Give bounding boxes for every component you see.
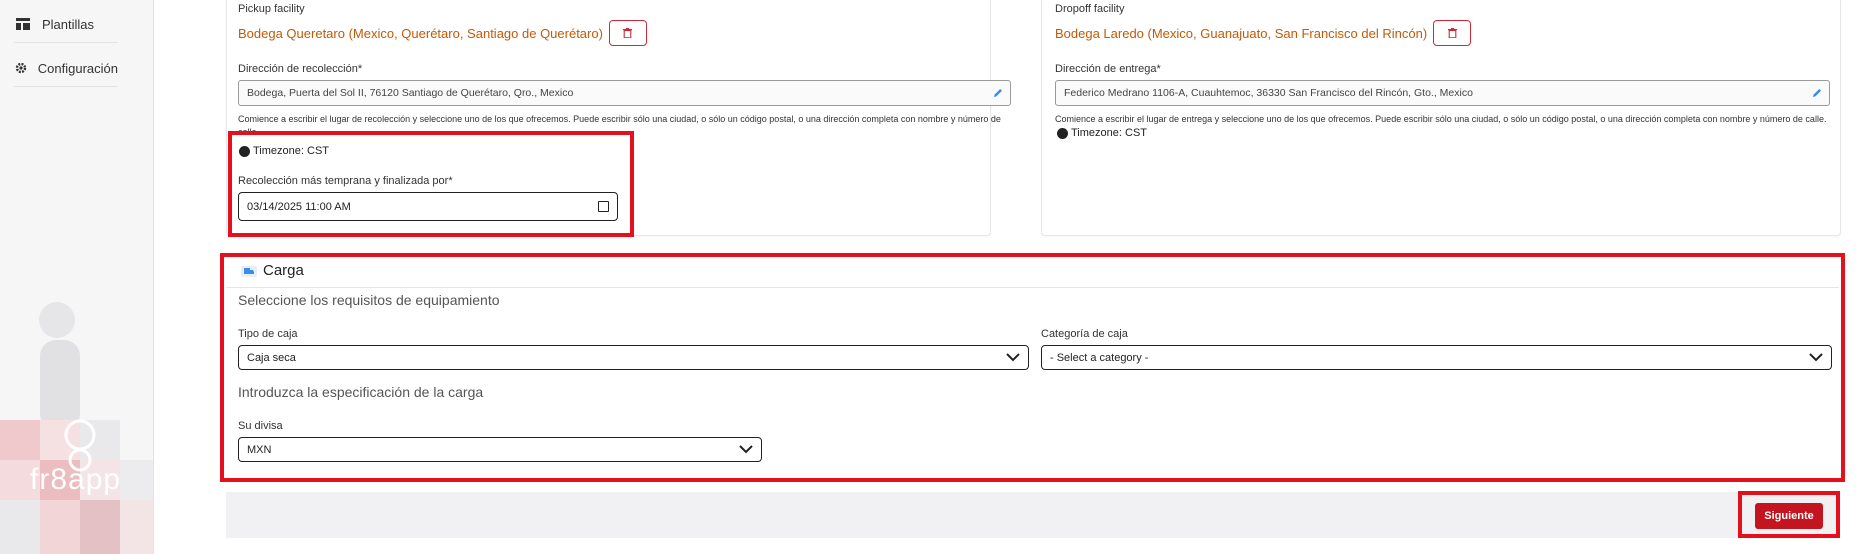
currency-select[interactable]: MXN — [238, 437, 762, 462]
dropoff-facility: Bodega Laredo (Mexico, Guanajuato, San F… — [1055, 20, 1472, 46]
edit-icon[interactable] — [1811, 87, 1823, 99]
dropoff-facility-label: Dropoff facility — [1055, 3, 1125, 15]
dropoff-facility-name: Bodega Laredo (Mexico, Guanajuato, San F… — [1055, 25, 1428, 41]
trash-icon — [1447, 28, 1457, 38]
dropoff-timezone-text: Timezone: CST — [1071, 127, 1148, 139]
pickup-timezone-text: Timezone: CST — [253, 145, 330, 157]
footer-bar — [226, 492, 1839, 538]
pickup-delete-button[interactable] — [608, 20, 647, 46]
pickup-facility-name: Bodega Queretaro (Mexico, Querétaro, San… — [238, 25, 603, 41]
carga-title: Carga — [241, 262, 304, 279]
box-category-label: Categoría de caja — [1041, 328, 1128, 340]
dropoff-address-label: Dirección de entrega* — [1055, 63, 1161, 75]
sidebar-item-label: Configuración — [37, 60, 118, 76]
gear-icon — [14, 59, 28, 77]
template-icon — [14, 15, 32, 33]
pickup-address-value: Bodega, Puerta del Sol II, 76120 Santiag… — [247, 87, 574, 99]
trash-icon — [623, 28, 633, 38]
brand-logo-text: fr8app — [30, 463, 122, 496]
calendar-icon[interactable] — [598, 201, 609, 212]
box-category-select[interactable]: - Select a category - — [1041, 345, 1832, 370]
sidebar-item-plantillas[interactable]: Plantillas — [14, 6, 118, 43]
spec-heading: Introduzca la especificación de la carga — [238, 384, 484, 400]
dropoff-address-value: Federico Medrano 1106-A, Cuauhtemoc, 363… — [1064, 87, 1473, 99]
pickup-datetime-input[interactable]: 03/14/2025 11:00 AM — [238, 192, 618, 221]
equipment-heading: Seleccione los requisitos de equipamient… — [238, 292, 500, 308]
dropoff-delete-button[interactable] — [1433, 20, 1472, 46]
dropoff-address-input[interactable]: Federico Medrano 1106-A, Cuauhtemoc, 363… — [1055, 80, 1830, 106]
currency-value: MXN — [247, 443, 272, 456]
pickup-address-label: Dirección de recolección* — [238, 63, 363, 75]
edit-icon[interactable] — [992, 87, 1004, 99]
box-category-value: - Select a category - — [1050, 351, 1149, 364]
pickup-help-text: Comience a escribir el lugar de recolecc… — [238, 114, 1001, 137]
sidebar-item-label: Plantillas — [42, 16, 95, 32]
globe-icon — [239, 145, 250, 157]
sidebar: Plantillas Configuración fr8app — [0, 0, 154, 554]
truck-icon — [241, 265, 257, 277]
pickup-timezone: Timezone: CST — [239, 145, 329, 157]
chevron-down-icon — [739, 445, 753, 454]
pickup-facility: Bodega Queretaro (Mexico, Querétaro, San… — [238, 20, 647, 46]
pickup-address-input[interactable]: Bodega, Puerta del Sol II, 76120 Santiag… — [238, 80, 1011, 106]
dropoff-help-text: Comience a escribir el lugar de entrega … — [1055, 114, 1827, 124]
pickup-facility-label: Pickup facility — [238, 3, 305, 15]
dropoff-timezone: Timezone: CST — [1057, 127, 1147, 139]
pickup-datetime-label: Recolección más temprana y finalizada po… — [238, 175, 453, 187]
brand-decoration — [0, 302, 153, 554]
carga-title-text: Carga — [263, 262, 304, 279]
carga-divider — [226, 287, 1839, 288]
chevron-down-icon — [1809, 353, 1823, 362]
globe-icon — [1057, 127, 1068, 139]
box-type-label: Tipo de caja — [238, 328, 298, 340]
box-type-value: Caja seca — [247, 351, 296, 364]
chevron-down-icon — [1006, 353, 1020, 362]
pickup-datetime-value: 03/14/2025 11:00 AM — [247, 200, 351, 213]
box-type-select[interactable]: Caja seca — [238, 345, 1029, 370]
currency-label: Su divisa — [238, 420, 283, 432]
next-button[interactable]: Siguiente — [1755, 503, 1823, 529]
sidebar-item-configuracion[interactable]: Configuración — [14, 50, 118, 87]
